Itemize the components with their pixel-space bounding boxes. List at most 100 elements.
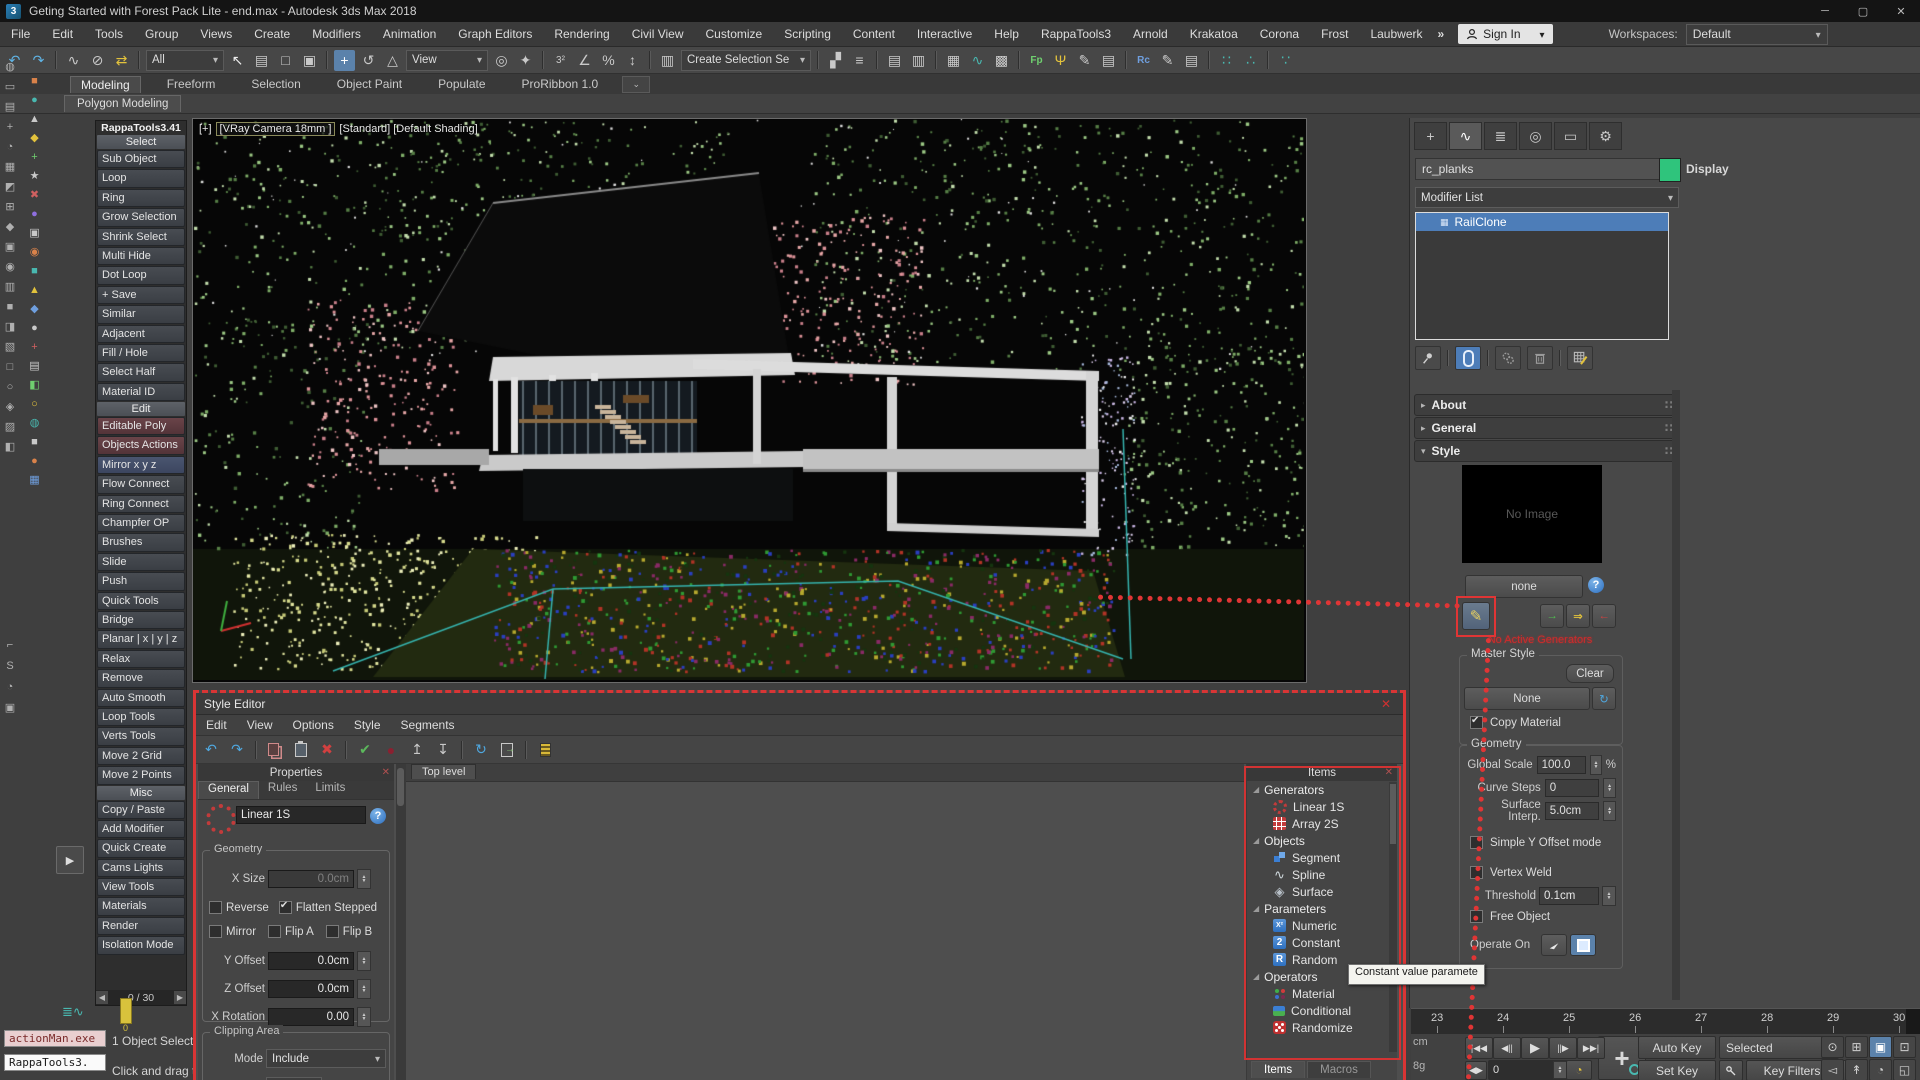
rappatools-dock-icon-16[interactable]: ◧ — [29, 380, 39, 391]
redo-icon[interactable]: ↷ — [28, 50, 49, 71]
scene-explorer-toggle-icon[interactable]: ▤ — [884, 50, 905, 71]
refresh-icon[interactable]: ↻ — [470, 739, 492, 761]
rappatools-dock-icon-14[interactable]: + — [31, 342, 37, 353]
select-object-icon[interactable]: ↖ — [227, 50, 248, 71]
maxscript-mini-listener-white[interactable]: RappaTools3. — [4, 1054, 106, 1071]
rappatools-button-shrink-select[interactable]: Shrink Select — [97, 228, 185, 246]
previous-frame-button[interactable]: ◀|| — [1493, 1037, 1521, 1059]
mirror-icon[interactable]: ▞ — [825, 50, 846, 71]
rappatools-button-relax[interactable]: Relax — [97, 650, 185, 668]
rappatools-dock-icon-5[interactable]: ★ — [30, 171, 40, 182]
operate-on-surface-button[interactable] — [1570, 934, 1596, 956]
select-link-icon[interactable]: ∿ — [63, 50, 84, 71]
items-item-array-2s[interactable]: Array 2S — [1247, 815, 1397, 832]
use-pivot-center-icon[interactable]: ◎ — [491, 50, 512, 71]
move-to-top-icon[interactable]: ↥ — [406, 739, 428, 761]
disable-icon[interactable]: ● — [380, 739, 402, 761]
rappatools-button-isolation-mode[interactable]: Isolation Mode — [97, 936, 185, 954]
items-item-randomize[interactable]: Randomize — [1247, 1019, 1397, 1036]
rappatools-button-slide[interactable]: Slide — [97, 553, 185, 571]
menu-help[interactable]: Help — [983, 22, 1030, 46]
export-style-button[interactable]: ← — [1592, 604, 1616, 628]
display-tab[interactable]: ▭ — [1554, 122, 1587, 150]
properties-scrollbar[interactable] — [396, 764, 405, 1080]
object-name-field[interactable]: rc_planks — [1415, 158, 1665, 180]
command-panel-scrollbar[interactable] — [1672, 390, 1680, 1000]
close-icon[interactable]: ✕ — [1377, 697, 1395, 711]
dock-lower-icon-3[interactable]: ▣ — [5, 703, 15, 714]
menu-scripting[interactable]: Scripting — [773, 22, 842, 46]
configure-modifier-sets-button[interactable] — [1567, 346, 1593, 370]
rappatools-button-brushes[interactable]: Brushes — [97, 533, 185, 551]
display-panel-header[interactable]: Display — [1686, 162, 1729, 176]
align-icon[interactable]: ≡ — [849, 50, 870, 71]
workspace-dropdown[interactable]: Default — [1686, 24, 1828, 45]
rappatools-dock-icon-15[interactable]: ▤ — [29, 361, 39, 372]
hierarchy-tab[interactable]: ≣ — [1484, 122, 1517, 150]
close-button[interactable]: ✕ — [1882, 1, 1920, 21]
export-icon[interactable] — [496, 739, 518, 761]
set-keys-mode-button[interactable] — [1719, 1060, 1743, 1080]
make-unique-button[interactable] — [1495, 346, 1521, 370]
rappatools-button-quick-create[interactable]: Quick Create — [97, 839, 185, 857]
clear-button[interactable]: Clear — [1566, 664, 1614, 683]
rappatools-button-ring-connect[interactable]: Ring Connect — [97, 495, 185, 513]
ribbon-tab-selection[interactable]: Selection — [241, 76, 310, 93]
spinner[interactable]: ▲▼ — [1590, 755, 1602, 775]
set-key-button[interactable]: Set Key — [1638, 1060, 1716, 1080]
dock-icon-13[interactable]: ◨ — [5, 322, 15, 333]
named-selection-dropdown[interactable]: Create Selection Se — [681, 50, 811, 71]
rappatools-button-materials[interactable]: Materials — [97, 897, 185, 915]
rappatools-dock-icon-20[interactable]: ● — [31, 456, 38, 467]
reference-coordinate-dropdown[interactable]: View — [406, 50, 488, 71]
dock-icon-15[interactable]: □ — [7, 362, 14, 373]
rappatools-dock-icon-9[interactable]: ◉ — [30, 247, 40, 258]
close-icon[interactable]: ✕ — [1385, 767, 1393, 778]
menu-interactive[interactable]: Interactive — [906, 22, 983, 46]
dock-icon-14[interactable]: ▧ — [5, 342, 15, 353]
dock-lower-icon-1[interactable]: S — [6, 661, 13, 672]
dock-icon-12[interactable]: ■ — [7, 302, 14, 313]
menu-content[interactable]: Content — [842, 22, 906, 46]
items-item-linear-1s[interactable]: Linear 1S — [1247, 798, 1397, 815]
global-scale-field[interactable]: 100.0 — [1537, 756, 1587, 774]
refresh-button[interactable]: ↻ — [1592, 687, 1616, 710]
help-icon[interactable]: ? — [1588, 577, 1604, 593]
dock-lower-icon-0[interactable]: ⌐ — [7, 640, 13, 651]
curve-steps-field[interactable]: 0 — [1545, 779, 1600, 797]
auto-key-button[interactable]: Auto Key — [1638, 1036, 1716, 1059]
rappatools-button-objects-actions[interactable]: Objects Actions — [97, 436, 185, 454]
menu-modifiers[interactable]: Modifiers — [301, 22, 372, 46]
scatter-dots-icon[interactable]: ∵ — [1275, 50, 1296, 71]
properties-tab-rules[interactable]: Rules — [259, 781, 306, 799]
ribbon-tab-object-paint[interactable]: Object Paint — [327, 76, 412, 93]
rappatools-button-material-id[interactable]: Material ID — [97, 383, 185, 401]
threshold-field[interactable]: 0.1cm — [1539, 887, 1599, 905]
select-manipulate-icon[interactable]: ✦ — [515, 50, 536, 71]
unlink-icon[interactable]: ⊘ — [87, 50, 108, 71]
curve-editor-icon[interactable]: ∿ — [967, 50, 988, 71]
style-rollout[interactable]: Style — [1414, 440, 1680, 462]
rappatools-button-select-half[interactable]: Select Half — [97, 363, 185, 381]
menu-laubwerk[interactable]: Laubwerk — [1359, 22, 1433, 46]
current-frame-field[interactable]: 0▲▼ — [1488, 1060, 1568, 1080]
general-rollout[interactable]: General — [1414, 417, 1680, 439]
orbit-icon[interactable]: ◔ — [1869, 1059, 1892, 1080]
modify-tab[interactable]: ∿ — [1449, 122, 1482, 150]
z-offset-field[interactable]: 0.0cm — [268, 980, 354, 998]
copy-icon[interactable] — [264, 739, 286, 761]
flip-b-checkbox[interactable] — [326, 925, 339, 938]
object-color-swatch[interactable] — [1659, 158, 1681, 182]
rappatools-button-sub-object[interactable]: Sub Object — [97, 150, 185, 168]
style-editor-menu-options[interactable]: Options — [282, 715, 343, 735]
menu-edit[interactable]: Edit — [41, 22, 84, 46]
menu-animation[interactable]: Animation — [372, 22, 447, 46]
rappatools-button-mirror-x-y-z[interactable]: Mirror x y z — [97, 456, 185, 474]
menu-graph-editors[interactable]: Graph Editors — [447, 22, 543, 46]
style-editor-menu-edit[interactable]: Edit — [196, 715, 237, 735]
menu-group[interactable]: Group — [134, 22, 189, 46]
items-group-parameters[interactable]: Parameters — [1247, 900, 1397, 917]
dock-icon-11[interactable]: ▥ — [5, 282, 15, 293]
zoom-all-icon[interactable]: ⊞ — [1845, 1036, 1868, 1058]
motion-tab[interactable]: ◎ — [1519, 122, 1552, 150]
